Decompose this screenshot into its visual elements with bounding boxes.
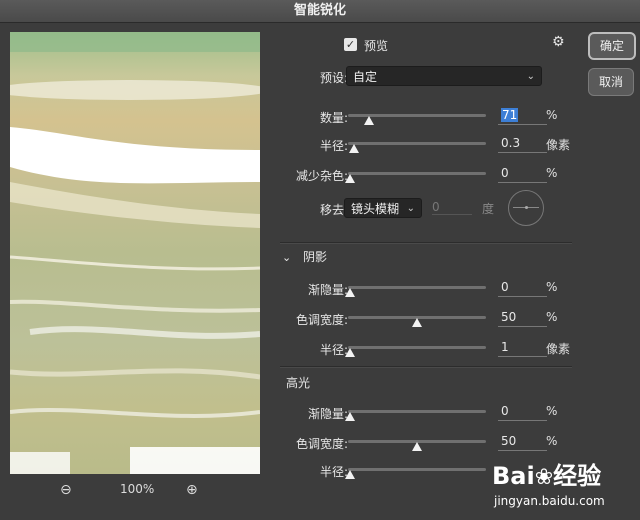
preview-image[interactable] xyxy=(10,32,260,474)
settings-panel: ✓ 预览 ⚙ 预设: 自定 ⌄ 数量: 71 % 半径: 0.3 像素 减少杂色… xyxy=(276,26,576,520)
shadow-radius-label: 半径: xyxy=(319,343,348,357)
radius-unit: 像素 xyxy=(546,138,571,152)
highlight-tonal-slider-thumb[interactable] xyxy=(412,442,422,451)
shadow-radius-unit: 像素 xyxy=(546,342,571,356)
angle-unit: 度 xyxy=(482,202,495,216)
amount-unit: % xyxy=(546,108,558,122)
preview-label: 预览 xyxy=(364,39,389,53)
zoom-level: 100% xyxy=(120,482,155,496)
shadow-radius-slider-thumb[interactable] xyxy=(345,348,355,357)
baidu-watermark: Bai❀经验 jingyan.baidu.com xyxy=(488,452,638,518)
highlight-fade-slider-track[interactable] xyxy=(348,410,486,413)
ok-button[interactable]: 确定 xyxy=(588,32,636,60)
zoom-out-icon[interactable]: ⊖ xyxy=(60,482,72,498)
highlight-fade-row: 渐隐量: 0 % xyxy=(276,402,576,424)
watermark-brand2: 经验 xyxy=(553,462,602,490)
paw-icon: ❀ xyxy=(534,465,554,490)
shadow-fade-input[interactable]: 0 xyxy=(498,278,547,297)
shadow-fade-unit: % xyxy=(546,280,558,294)
shadows-title: 阴影 xyxy=(303,250,328,264)
highlight-fade-unit: % xyxy=(546,404,558,418)
highlight-radius-slider-thumb[interactable] xyxy=(345,470,355,479)
amount-slider-thumb[interactable] xyxy=(363,116,374,125)
highlight-tonal-row: 色调宽度: 50 % xyxy=(276,432,576,454)
radius-row: 半径: 0.3 像素 xyxy=(276,134,576,156)
preset-label: 预设: xyxy=(319,71,348,85)
radius-slider-thumb[interactable] xyxy=(349,144,360,153)
chevron-down-icon: ⌄ xyxy=(282,251,292,264)
noise-unit: % xyxy=(546,166,558,180)
highlight-tonal-input[interactable]: 50 xyxy=(498,432,547,451)
shadow-tonal-label: 色调宽度: xyxy=(295,313,348,327)
amount-row: 数量: 71 % xyxy=(276,106,576,128)
highlight-tonal-label: 色调宽度: xyxy=(295,437,348,451)
shadow-fade-slider-thumb[interactable] xyxy=(345,288,355,297)
shadow-tonal-slider-thumb[interactable] xyxy=(412,318,422,327)
shadow-radius-row: 半径: 1 像素 xyxy=(276,338,576,360)
noise-slider-track[interactable] xyxy=(348,172,486,175)
amount-input[interactable]: 71 xyxy=(498,106,547,125)
angle-input[interactable]: 0 xyxy=(432,200,472,215)
noise-input[interactable]: 0 xyxy=(498,164,547,183)
cancel-button[interactable]: 取消 xyxy=(588,68,634,96)
shadow-tonal-input[interactable]: 50 xyxy=(498,308,547,327)
angle-dial[interactable] xyxy=(508,190,544,226)
highlight-radius-label: 半径: xyxy=(319,465,348,479)
shadow-radius-input[interactable]: 1 xyxy=(498,338,547,357)
preset-value: 自定 xyxy=(353,70,378,84)
shadow-radius-slider-track[interactable] xyxy=(348,346,486,349)
shadow-tonal-unit: % xyxy=(546,310,558,324)
watermark-url: jingyan.baidu.com xyxy=(494,494,605,508)
shadow-fade-label: 渐隐量: xyxy=(307,283,348,297)
chevron-down-icon: ⌄ xyxy=(526,71,535,82)
remove-value: 镜头模糊 xyxy=(351,202,400,216)
shadows-section-header[interactable]: ⌄ 阴影 xyxy=(282,248,327,265)
radius-slider-track[interactable] xyxy=(348,142,486,145)
highlight-radius-slider-track[interactable] xyxy=(348,468,486,471)
watermark-brand: Bai xyxy=(492,462,535,490)
zoom-in-icon[interactable]: ⊕ xyxy=(186,482,198,498)
remove-row: 移去: 镜头模糊 ⌄ 0 度 xyxy=(276,190,576,226)
noise-slider-thumb[interactable] xyxy=(345,174,355,183)
noise-row: 减少杂色: 0 % xyxy=(276,164,576,186)
radius-input[interactable]: 0.3 xyxy=(498,134,547,153)
highlight-fade-slider-thumb[interactable] xyxy=(345,412,355,421)
shadow-tonal-row: 色调宽度: 50 % xyxy=(276,308,576,330)
highlight-tonal-unit: % xyxy=(546,434,558,448)
noise-label: 减少杂色: xyxy=(295,169,348,183)
window-title: 智能锐化 xyxy=(0,0,640,23)
highlight-fade-input[interactable]: 0 xyxy=(498,402,547,421)
amount-label: 数量: xyxy=(319,111,348,125)
highlight-fade-label: 渐隐量: xyxy=(307,407,348,421)
shadow-fade-row: 渐隐量: 0 % xyxy=(276,278,576,300)
preview-checkbox[interactable]: ✓ xyxy=(344,38,357,51)
remove-select[interactable]: 镜头模糊 ⌄ xyxy=(344,198,422,218)
chevron-down-icon: ⌄ xyxy=(406,203,415,214)
highlights-title: 高光 xyxy=(286,376,311,390)
gear-icon[interactable]: ⚙ xyxy=(552,34,565,50)
water-texture xyxy=(10,32,260,474)
preset-select[interactable]: 自定 ⌄ xyxy=(346,66,542,86)
shadow-fade-slider-track[interactable] xyxy=(348,286,486,289)
radius-label: 半径: xyxy=(319,139,348,153)
